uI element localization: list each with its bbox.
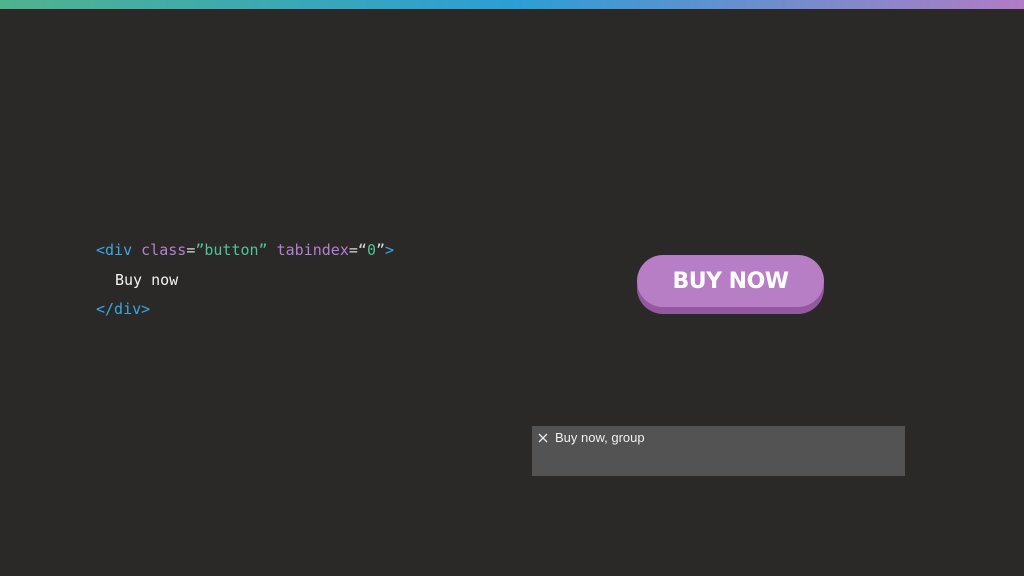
code-attr-class: class <box>141 241 187 259</box>
code-open-quote: “ <box>357 241 367 259</box>
code-open-bracket: < <box>96 241 106 259</box>
code-tag-name: div <box>105 241 133 259</box>
accessibility-tree-panel: Buy now, group <box>532 426 905 476</box>
code-attr-tabindex: tabindex <box>276 241 349 259</box>
code-line-close-tag: </div> <box>96 300 151 318</box>
page: <div class=”button” tabindex=“0”> Buy no… <box>0 0 1024 576</box>
code-snippet: <div class=”button” tabindex=“0”> Buy no… <box>96 236 394 325</box>
code-tabindex-value: 0 <box>366 241 376 259</box>
code-line-content: Buy now <box>115 270 179 289</box>
close-icon[interactable] <box>538 433 548 443</box>
accessibility-node-label: Buy now, group <box>555 430 645 445</box>
buy-now-button[interactable]: BUY NOW <box>637 255 824 307</box>
code-close-bracket: > <box>385 241 395 259</box>
code-close-quote: ” <box>375 241 385 259</box>
code-class-value: ”button” <box>195 241 268 259</box>
buy-now-label: BUY NOW <box>672 268 789 294</box>
accessibility-tree-row[interactable]: Buy now, group <box>538 430 645 445</box>
code-line-open-tag: <div class=”button” tabindex=“0”> <box>96 236 394 266</box>
code-equals: = <box>186 241 196 259</box>
code-equals: = <box>348 241 358 259</box>
top-gradient-bar <box>0 0 1024 9</box>
